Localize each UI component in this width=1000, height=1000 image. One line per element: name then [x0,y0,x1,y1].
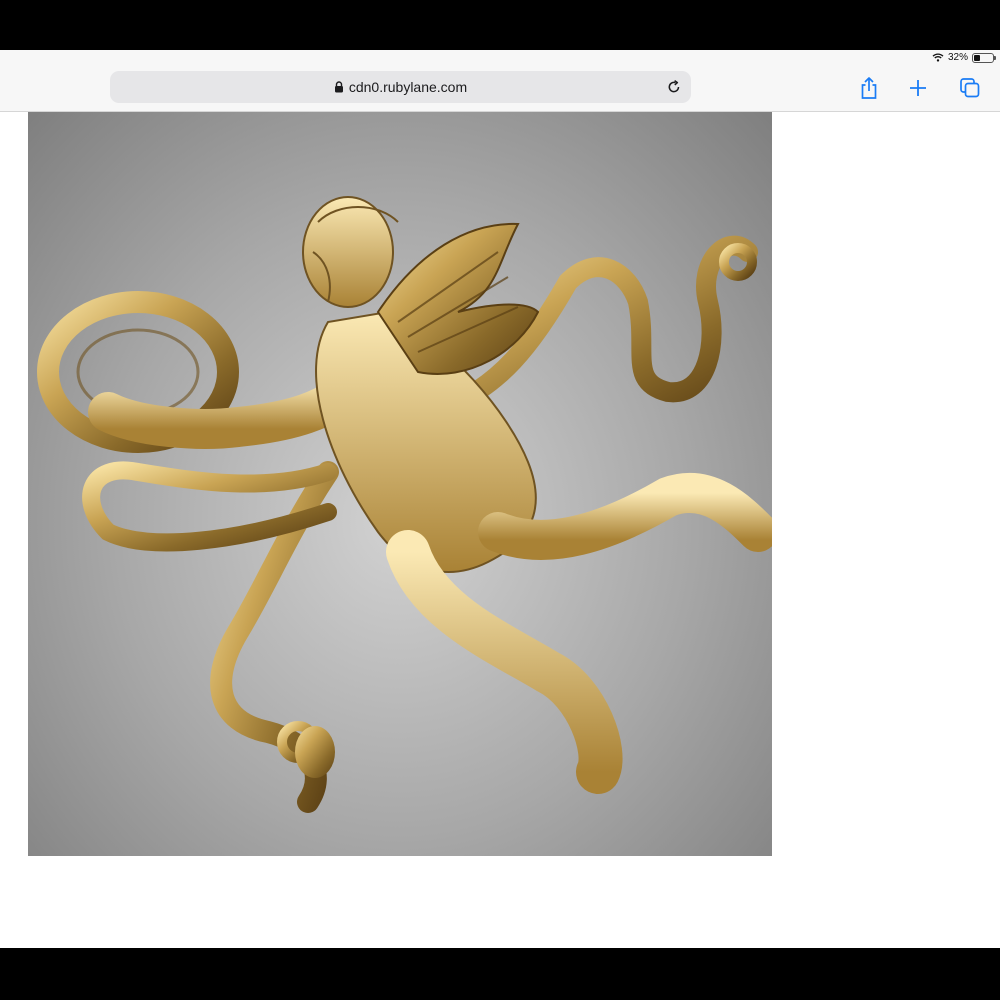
share-button[interactable] [858,76,880,100]
status-bar: 32% [0,50,1000,68]
new-tab-button[interactable] [907,76,929,100]
status-indicators: 32% [932,52,996,63]
cherub-leg-down [386,530,623,794]
browser-toolbar: cdn0.rubylane.com [0,68,1000,112]
wifi-icon [932,53,944,62]
address-content: cdn0.rubylane.com [110,71,691,103]
lock-icon [334,81,343,93]
tabs-icon [960,78,980,98]
letterbox-bottom [0,948,1000,1000]
battery-icon [972,52,996,63]
reload-icon[interactable] [666,79,682,95]
battery-percentage: 32% [947,52,968,63]
cherub-head [302,196,394,308]
cherub-leg-right [478,473,772,560]
browser-screen: 32% cdn0.rubylane.com [0,50,1000,948]
tabs-button[interactable] [959,76,981,100]
address-bar[interactable]: cdn0.rubylane.com [110,71,691,103]
share-icon [861,77,877,99]
product-image[interactable] [28,112,772,856]
page-content [0,112,1000,948]
plus-icon [910,80,926,96]
cherub-brooch-image [37,196,772,813]
letterbox-top [0,0,1000,50]
url-text: cdn0.rubylane.com [348,79,468,95]
battery-fill [974,54,980,61]
